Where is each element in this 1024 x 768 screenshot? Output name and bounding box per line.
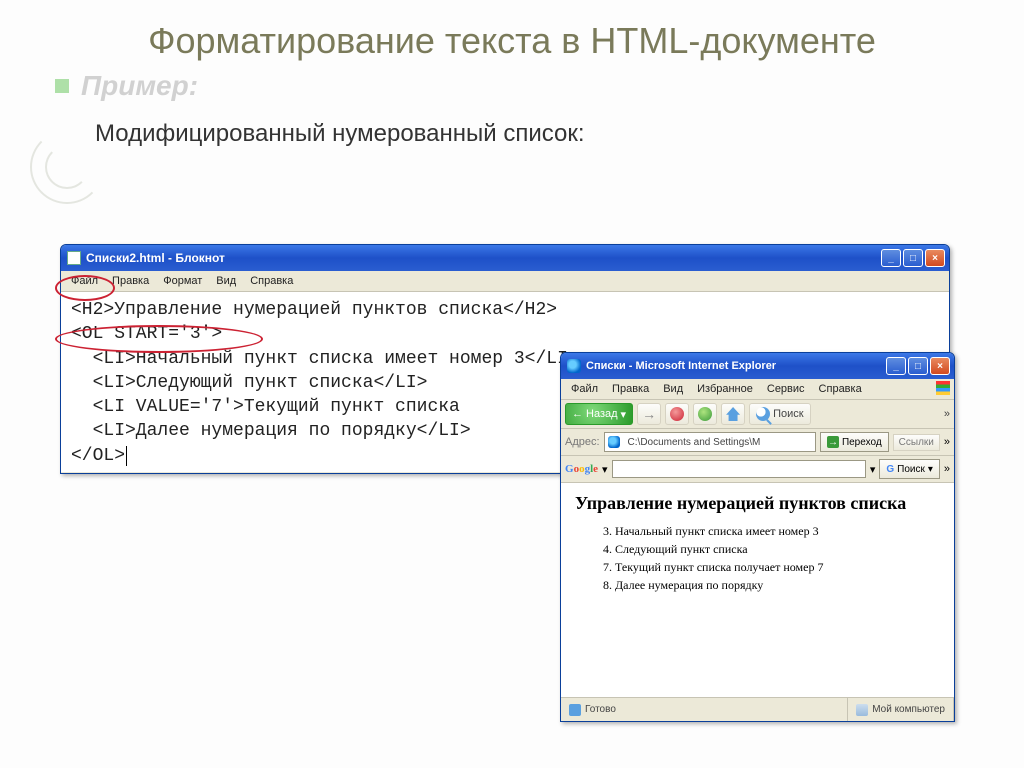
list-item: Далее нумерация по порядку [615,578,940,593]
code-line: <OL START='3'> [71,322,939,346]
refresh-icon [698,407,712,421]
toolbar-more[interactable]: » [944,408,950,420]
links-button[interactable]: Ссылки [893,434,940,451]
refresh-button[interactable] [693,403,717,425]
list-item: Начальный пункт списка имеет номер 3 [615,524,940,539]
search-button[interactable]: Поиск [749,403,810,425]
forward-button[interactable]: → [637,403,661,425]
menu-file[interactable]: Файл [65,273,104,289]
ie-nav-toolbar: ← Назад ▾ → Поиск » [561,400,954,429]
go-arrow-icon: → [827,436,839,448]
maximize-button[interactable]: □ [908,357,928,375]
back-arrow-icon: ← [572,408,583,420]
google-dropdown-icon[interactable]: ▾ [602,463,608,476]
notepad-icon [67,251,81,265]
menu-favorites[interactable]: Избранное [691,381,759,397]
menu-format[interactable]: Формат [157,273,208,289]
stop-icon [670,407,684,421]
bullet-icon [55,79,69,93]
ie-icon [567,359,581,373]
go-button[interactable]: → Переход [820,432,889,452]
menu-file[interactable]: Файл [565,381,604,397]
search-icon [756,407,770,421]
minimize-button[interactable]: _ [881,249,901,267]
google-search-button[interactable]: G Поиск ▾ [879,459,940,479]
ie-title: Списки - Microsoft Internet Explorer [586,360,886,372]
my-computer-icon [856,704,868,716]
maximize-button[interactable]: □ [903,249,923,267]
ie-address-bar: Адрес: C:\Documents and Settings\М → Пер… [561,429,954,456]
stop-button[interactable] [665,403,689,425]
close-button[interactable]: × [930,357,950,375]
google-search-label: Поиск [897,464,925,475]
google-search-input[interactable] [612,460,866,478]
status-icon [569,704,581,716]
numbered-list: Начальный пункт списка имеет номер 3 Сле… [575,524,940,593]
slide-subtitle: Модифицированный нумерованный список: [0,102,1024,160]
google-toolbar: Google ▾ ▾ G Поиск ▾ » [561,456,954,483]
list-item: Текущий пункт списка получает номер 7 [615,560,940,575]
close-button[interactable]: × [925,249,945,267]
status-zone-label: Мой компьютер [872,704,945,715]
chevron-down-icon: ▾ [621,408,627,421]
notepad-titlebar[interactable]: Списки2.html - Блокнот _ □ × [61,245,949,271]
list-item: Следующий пункт списка [615,542,940,557]
ie-content: Управление нумерацией пунктов списка Нач… [561,483,954,699]
address-value: C:\Documents and Settings\М [628,437,761,448]
example-label: Пример: [81,70,198,102]
slide-title: Форматирование текста в HTML-документе [0,0,1024,68]
home-button[interactable] [721,403,745,425]
google-g-icon: G [886,464,894,475]
status-ready: Готово [561,698,848,721]
ie-window: Списки - Microsoft Internet Explorer _ □… [560,352,955,722]
menu-edit[interactable]: Правка [106,273,155,289]
status-ready-label: Готово [585,704,616,715]
toolbar-more[interactable]: » [944,436,950,448]
ie-statusbar: Готово Мой компьютер [561,697,954,721]
page-icon [608,436,620,448]
ie-menubar: Файл Правка Вид Избранное Сервис Справка [561,379,954,400]
menu-tools[interactable]: Сервис [761,381,811,397]
google-dropdown-icon[interactable]: ▾ [870,463,876,476]
back-button[interactable]: ← Назад ▾ [565,403,633,425]
search-label: Поиск [773,408,803,420]
back-label: Назад [586,408,618,420]
google-logo[interactable]: Google [565,463,598,475]
windows-flag-icon[interactable] [936,381,950,395]
notepad-menubar: Файл Правка Формат Вид Справка [61,271,949,292]
toolbar-more[interactable]: » [944,463,950,475]
menu-view[interactable]: Вид [210,273,242,289]
go-label: Переход [842,437,882,448]
ie-titlebar[interactable]: Списки - Microsoft Internet Explorer _ □… [561,353,954,379]
menu-help[interactable]: Справка [244,273,299,289]
example-bullet: Пример: [0,68,1024,102]
menu-help[interactable]: Справка [813,381,868,397]
status-zone: Мой компьютер [848,698,954,721]
forward-arrow-icon: → [642,407,656,421]
chevron-down-icon: ▾ [928,464,933,475]
address-label: Адрес: [565,436,600,448]
menu-edit[interactable]: Правка [606,381,655,397]
home-icon [726,407,740,421]
menu-view[interactable]: Вид [657,381,689,397]
code-line: <H2>Управление нумерацией пунктов списка… [71,298,939,322]
minimize-button[interactable]: _ [886,357,906,375]
text-cursor [126,446,127,466]
page-heading: Управление нумерацией пунктов списка [575,493,940,514]
notepad-title: Списки2.html - Блокнот [86,251,881,265]
address-input[interactable]: C:\Documents and Settings\М [604,432,816,452]
